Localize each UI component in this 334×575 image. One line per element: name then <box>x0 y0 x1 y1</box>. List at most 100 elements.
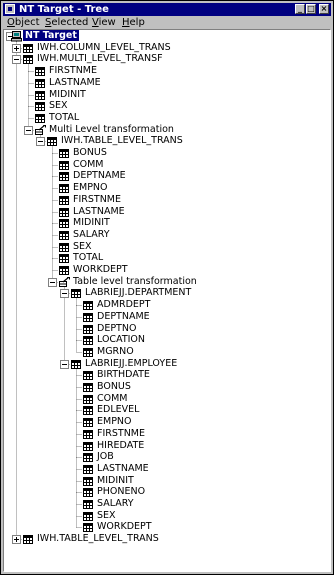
tree-node-label[interactable]: MGRNO <box>97 346 134 357</box>
tree-node-label[interactable]: IWH.COLUMN_LEVEL_TRANS <box>37 42 171 53</box>
tree-node-label[interactable]: DEPTNAME <box>97 311 150 322</box>
window-menu-icon[interactable] <box>5 4 15 14</box>
menu-bar: Object Selected View Help <box>3 17 331 29</box>
tree-node-label[interactable]: EMPNO <box>97 416 132 427</box>
collapse-toggle-icon[interactable] <box>24 126 33 135</box>
tree-node-label[interactable]: BIRTHDATE <box>97 369 150 380</box>
table-icon <box>35 113 46 124</box>
tree-node-label[interactable]: BONUS <box>97 381 131 392</box>
collapse-toggle-icon[interactable] <box>60 289 69 298</box>
table-icon <box>71 359 82 370</box>
tree-node-label[interactable]: DEPTNAME <box>73 170 126 181</box>
tree-node-label[interactable]: MIDINIT <box>73 217 110 228</box>
menu-object[interactable]: Object <box>7 17 40 29</box>
tree-node-label[interactable]: FIRSTNME <box>97 428 145 439</box>
tree-node-label[interactable]: MIDINIT <box>49 89 86 100</box>
expand-toggle-icon[interactable] <box>12 535 21 544</box>
collapse-toggle-icon[interactable] <box>48 278 57 287</box>
tree-node-label[interactable]: DEPTNO <box>97 323 136 334</box>
table-icon <box>83 370 94 381</box>
tree-node-label[interactable]: WORKDEPT <box>97 521 152 532</box>
tree-node-label[interactable]: IWH.TABLE_LEVEL_TRANS <box>61 135 183 146</box>
table-icon <box>47 136 58 147</box>
table-icon <box>83 312 94 323</box>
tree-node-label[interactable]: LABRIEJJ.DEPARTMENT <box>85 287 191 298</box>
collapse-toggle-icon[interactable] <box>12 55 21 64</box>
tree-node-label[interactable]: COMM <box>73 159 104 170</box>
table-icon <box>59 265 70 276</box>
window-title: NT Target - Tree <box>19 4 109 15</box>
table-icon <box>83 347 94 358</box>
table-icon <box>83 487 94 498</box>
tree-node-label[interactable]: COMM <box>97 393 128 404</box>
tree-node-label[interactable]: SALARY <box>97 498 134 509</box>
menu-selected[interactable]: Selected <box>45 17 88 29</box>
collapse-toggle-icon[interactable] <box>36 137 45 146</box>
table-icon <box>35 78 46 89</box>
tree-node-label[interactable]: EMPNO <box>73 182 108 193</box>
tree-node-label[interactable]: FIRSTNME <box>49 65 97 76</box>
table-icon <box>59 242 70 253</box>
tree-node-label[interactable]: SEX <box>49 100 68 111</box>
table-icon <box>59 218 70 229</box>
tree-node-label[interactable]: LABRIEJJ.EMPLOYEE <box>85 358 177 369</box>
tree-node-label[interactable]: Table level transformation <box>73 276 197 287</box>
maximize-button[interactable]: □ <box>306 4 316 14</box>
expand-toggle-icon[interactable] <box>12 44 21 53</box>
tree-node-label[interactable]: PHONENO <box>97 486 145 497</box>
tree-node-label[interactable]: LASTNAME <box>49 77 101 88</box>
table-icon <box>83 429 94 440</box>
table-icon <box>83 394 94 405</box>
table-icon <box>35 101 46 112</box>
tree-node-label[interactable]: LASTNAME <box>73 206 125 217</box>
title-bar[interactable]: NT Target - Tree _ □ × <box>3 3 331 16</box>
table-icon <box>59 148 70 159</box>
table-icon <box>83 464 94 475</box>
close-button[interactable]: × <box>319 4 329 14</box>
tree-node-label[interactable]: WORKDEPT <box>73 264 128 275</box>
tree-node-label[interactable]: Multi Level transformation <box>49 124 174 135</box>
tree-node-label[interactable]: JOB <box>97 451 114 462</box>
tree-node-label[interactable]: TOTAL <box>49 112 79 123</box>
tree-node-label[interactable]: LASTNAME <box>97 463 149 474</box>
menu-view[interactable]: View <box>92 17 116 29</box>
tree-node-label[interactable]: LOCATION <box>97 334 145 345</box>
table-icon <box>59 195 70 206</box>
table-icon <box>83 335 94 346</box>
table-icon <box>59 160 70 171</box>
table-icon <box>83 300 94 311</box>
table-icon <box>83 417 94 428</box>
transform-icon <box>35 125 46 136</box>
tree-window: NT Target - Tree _ □ × Object Selected V… <box>0 0 334 575</box>
tree-node-label[interactable]: BONUS <box>73 147 107 158</box>
tree-node-label[interactable]: NT Target <box>23 30 79 41</box>
tree-node-label[interactable]: EDLEVEL <box>97 404 139 415</box>
table-icon <box>83 452 94 463</box>
tree-node-label[interactable]: SALARY <box>73 229 110 240</box>
table-icon <box>23 534 34 545</box>
table-icon <box>59 171 70 182</box>
minimize-button[interactable]: _ <box>295 4 305 14</box>
menu-help[interactable]: Help <box>122 17 145 29</box>
tree-node-label[interactable]: SEX <box>73 241 92 252</box>
tree-node-label[interactable]: TOTAL <box>73 252 103 263</box>
tree-node-label[interactable]: ADMRDEPT <box>97 299 150 310</box>
tree-view[interactable]: NT Target IWH.COLUMN_LEVEL_TRANS IWH.MULTI… <box>3 29 331 572</box>
table-icon <box>83 324 94 335</box>
tree-node-label[interactable]: HIREDATE <box>97 440 144 451</box>
tree-node-label[interactable]: SEX <box>97 510 116 521</box>
table-icon <box>35 66 46 77</box>
transform-icon <box>59 277 70 288</box>
collapse-toggle-icon[interactable] <box>60 360 69 369</box>
table-icon <box>71 288 82 299</box>
table-icon <box>83 405 94 416</box>
table-icon <box>83 476 94 487</box>
tree-node-label[interactable]: MIDINIT <box>97 475 134 486</box>
tree-node-label[interactable]: FIRSTNME <box>73 194 121 205</box>
tree-node-label[interactable]: IWH.MULTI_LEVEL_TRANSF <box>37 53 163 64</box>
table-icon <box>59 183 70 194</box>
table-icon <box>83 511 94 522</box>
table-icon <box>83 522 94 533</box>
tree-node-label[interactable]: IWH.TABLE_LEVEL_TRANS <box>37 533 159 544</box>
table-icon <box>23 43 34 54</box>
